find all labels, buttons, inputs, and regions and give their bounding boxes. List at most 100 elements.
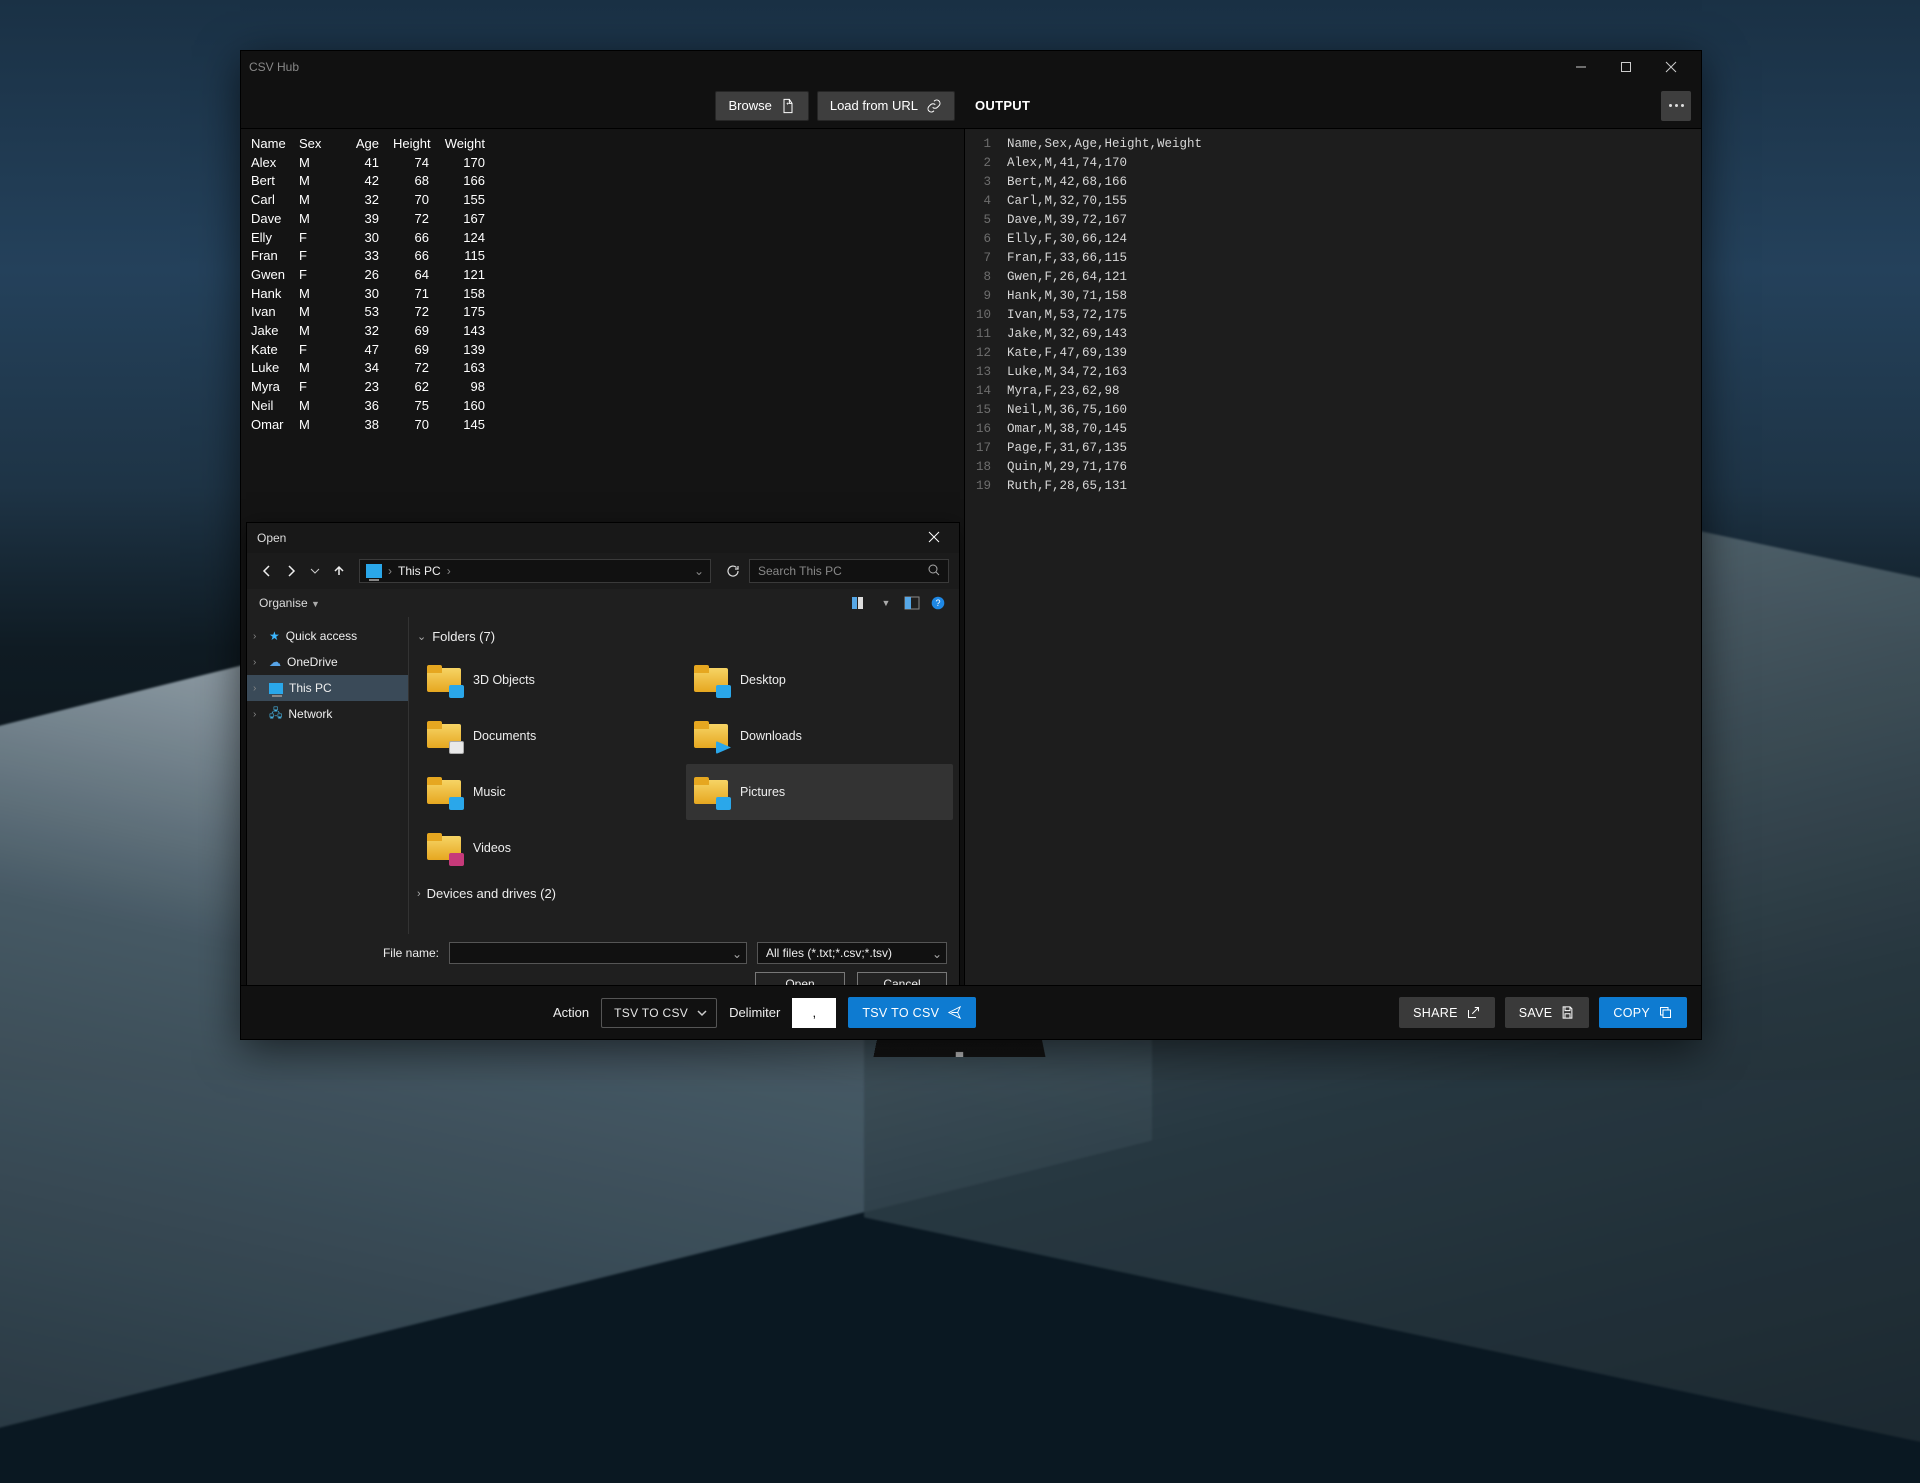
table-cell: 69 <box>393 322 439 341</box>
table-cell: 42 <box>347 172 393 191</box>
search-input[interactable]: Search This PC <box>749 559 949 583</box>
bottombar: Action TSV TO CSV Delimiter TSV TO CSV S… <box>241 985 1701 1039</box>
link-icon <box>926 98 942 114</box>
copy-button[interactable]: COPY <box>1599 997 1687 1028</box>
breadcrumb[interactable]: › This PC › ⌄ <box>359 559 711 583</box>
nav-forward-button[interactable] <box>281 561 301 581</box>
view-change-button[interactable] <box>851 594 869 612</box>
more-options-button[interactable] <box>1661 91 1691 121</box>
chevron-down-icon: ▼ <box>311 599 320 609</box>
tree-this-pc[interactable]: › This PC <box>247 675 408 701</box>
copy-icon <box>1658 1005 1673 1020</box>
table-header-cell: Weight <box>439 135 495 154</box>
dialog-cancel-button[interactable]: Cancel <box>857 972 947 985</box>
table-cell: F <box>299 266 347 285</box>
titlebar: CSV Hub <box>241 51 1701 83</box>
chevron-down-icon[interactable]: ▼ <box>877 594 895 612</box>
save-icon <box>1560 1005 1575 1020</box>
table-cell: 69 <box>393 341 439 360</box>
search-placeholder: Search This PC <box>758 564 842 578</box>
dialog-titlebar: Open <box>247 523 959 553</box>
nav-tree: ›★ Quick access ›☁ OneDrive › This PC <box>247 617 409 934</box>
table-cell: F <box>299 247 347 266</box>
chevron-right-icon: › <box>417 888 421 900</box>
file-type-filter[interactable]: All files (*.txt;*.csv;*.tsv) ⌄ <box>757 942 947 964</box>
dialog-title: Open <box>257 531 286 545</box>
table-cell: 72 <box>393 303 439 322</box>
filename-input[interactable]: ⌄ <box>449 942 747 964</box>
cloud-icon: ☁ <box>269 655 281 669</box>
table-cell: 143 <box>439 322 495 341</box>
share-icon <box>1466 1005 1481 1020</box>
table-cell: 115 <box>439 247 495 266</box>
folder-downloads[interactable]: Downloads <box>686 708 953 764</box>
preview-pane-button[interactable] <box>903 594 921 612</box>
folder-desktop[interactable]: Desktop <box>686 652 953 708</box>
download-overlay-icon <box>716 741 731 754</box>
table-cell: 41 <box>347 154 393 173</box>
refresh-button[interactable] <box>721 559 745 583</box>
minimize-button[interactable] <box>1558 52 1603 82</box>
tree-network[interactable]: ›🖧 Network <box>247 701 408 727</box>
file-plus-icon <box>780 98 796 114</box>
run-conversion-button[interactable]: TSV TO CSV <box>848 997 976 1028</box>
folder-videos[interactable]: Videos <box>419 820 686 876</box>
table-cell: 62 <box>393 378 439 397</box>
folder-documents[interactable]: Documents <box>419 708 686 764</box>
chevron-down-icon: ⌄ <box>417 630 426 643</box>
table-cell: 160 <box>439 397 495 416</box>
folder-pictures[interactable]: Pictures <box>686 764 953 820</box>
help-button[interactable]: ? <box>929 594 947 612</box>
dialog-footer: File name: ⌄ All files (*.txt;*.csv;*.ts… <box>247 934 959 985</box>
table-cell: Elly <box>251 229 299 248</box>
search-icon <box>928 564 940 579</box>
table-cell: 175 <box>439 303 495 322</box>
nav-back-button[interactable] <box>257 561 277 581</box>
load-url-button[interactable]: Load from URL <box>817 91 955 121</box>
maximize-button[interactable] <box>1603 52 1648 82</box>
table-cell: Kate <box>251 341 299 360</box>
action-select[interactable]: TSV TO CSV <box>601 998 717 1028</box>
tree-quick-access[interactable]: ›★ Quick access <box>247 623 408 649</box>
table-cell: 158 <box>439 285 495 304</box>
close-button[interactable] <box>1648 52 1693 82</box>
picture-overlay-icon <box>716 797 731 810</box>
dialog-body: ›★ Quick access ›☁ OneDrive › This PC <box>247 617 959 934</box>
table-cell: 121 <box>439 266 495 285</box>
document-overlay-icon <box>449 741 464 754</box>
table-cell: F <box>299 229 347 248</box>
table-cell: Alex <box>251 154 299 173</box>
table-cell: 34 <box>347 359 393 378</box>
chevron-down-icon[interactable]: ⌄ <box>694 564 704 578</box>
input-panel[interactable]: NameSexAgeHeightWeightAlexM4174170BertM4… <box>241 129 965 985</box>
table-cell: 166 <box>439 172 495 191</box>
chevron-right-icon: › <box>447 564 451 578</box>
nav-recent-button[interactable] <box>305 561 325 581</box>
organise-button[interactable]: Organise ▼ <box>259 596 320 610</box>
table-cell: 30 <box>347 229 393 248</box>
share-button[interactable]: SHARE <box>1399 997 1495 1028</box>
folders-section-header[interactable]: ⌄ Folders (7) <box>415 625 953 652</box>
table-cell: Omar <box>251 416 299 435</box>
output-panel[interactable]: 12345678910111213141516171819 Name,Sex,A… <box>965 129 1701 985</box>
table-cell: 155 <box>439 191 495 210</box>
table-cell: Myra <box>251 378 299 397</box>
app-title: CSV Hub <box>249 60 299 74</box>
table-cell: 145 <box>439 416 495 435</box>
video-overlay-icon <box>449 853 464 866</box>
delimiter-input[interactable] <box>792 998 836 1028</box>
nav-up-button[interactable] <box>329 561 349 581</box>
folder-3d-objects[interactable]: 3D Objects <box>419 652 686 708</box>
table-cell: Carl <box>251 191 299 210</box>
table-cell: 170 <box>439 154 495 173</box>
table-cell: 167 <box>439 210 495 229</box>
folder-music[interactable]: Music <box>419 764 686 820</box>
save-button[interactable]: SAVE <box>1505 997 1590 1028</box>
browse-button[interactable]: Browse <box>715 91 808 121</box>
table-cell: 32 <box>347 191 393 210</box>
drives-section-header[interactable]: › Devices and drives (2) <box>415 882 953 909</box>
tree-onedrive[interactable]: ›☁ OneDrive <box>247 649 408 675</box>
table-cell: 64 <box>393 266 439 285</box>
dialog-open-button[interactable]: Open <box>755 972 845 985</box>
dialog-close-button[interactable] <box>919 531 949 545</box>
